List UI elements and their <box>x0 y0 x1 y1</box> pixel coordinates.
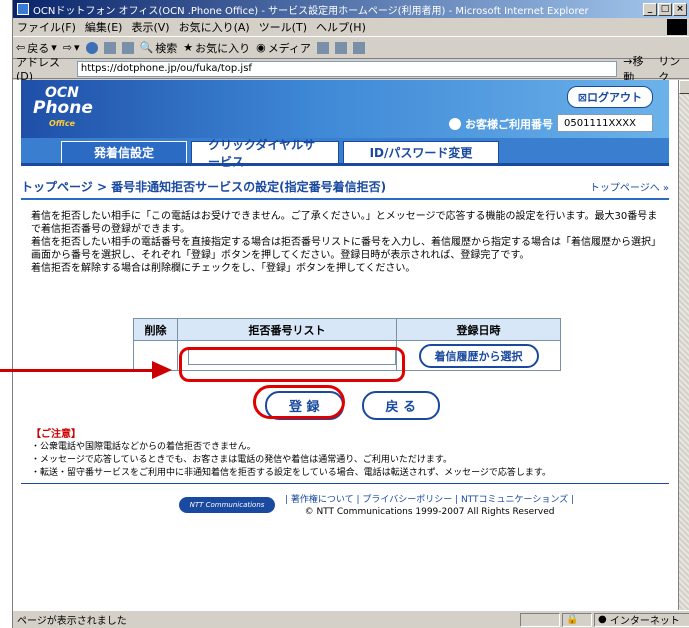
notes: 【ご注意】 ・公衆電話や国際電話などからの着信拒否できません。 ・メッセージで応… <box>31 428 661 480</box>
history-icon[interactable] <box>316 41 329 54</box>
address-input[interactable]: https://dotphone.jp/ou/fuka/top.jsf <box>76 60 618 77</box>
media-button[interactable]: ◉ メディア <box>256 40 311 56</box>
pointer-arrow-shaft <box>0 369 155 372</box>
footer-links[interactable]: | 著作権について | プライバシーポリシー | NTTコミュニケーションズ | <box>285 495 574 505</box>
page-title: トップページ > 番号非通知拒否サービスの設定(指定番号着信拒否) <box>21 180 387 194</box>
footer: NTT Communications | 著作権について | プライバシーポリシ… <box>179 492 574 517</box>
back-arrow-icon: ⇦ <box>16 41 26 54</box>
stop-icon[interactable] <box>85 41 98 54</box>
input-highlight <box>179 347 405 382</box>
media-icon: ◉ <box>256 41 266 54</box>
address-label: アドレス(D) <box>16 56 60 83</box>
tab-bar: 発着信設定 クリックダイヤルサービス ID/パスワード変更 <box>21 138 669 169</box>
left-margin <box>0 0 12 628</box>
back-button-page[interactable]: 戻 る <box>361 391 441 420</box>
windows-logo-icon <box>667 19 687 35</box>
zone-indicator: ● インターネット <box>594 612 689 627</box>
phone-icon <box>449 118 461 130</box>
page: OCN Phone Office ⊠ログアウト お客様ご利用番号 0501111… <box>21 80 669 517</box>
address-bar: アドレス(D) https://dotphone.jp/ou/fuka/top.… <box>13 55 689 84</box>
notes-title: 【ご注意】 <box>31 429 81 440</box>
menu-tools[interactable]: ツール(T) <box>259 19 307 35</box>
pointer-arrow-head <box>152 361 172 379</box>
globe-icon: ● <box>598 614 607 625</box>
status-text: ページが表示されました <box>17 616 127 627</box>
tab-click-dial[interactable]: クリックダイヤルサービス <box>191 138 339 169</box>
breadcrumb: トップページ > 番号非通知拒否サービスの設定(指定番号着信拒否) トップページ… <box>21 178 669 200</box>
col-registered: 登録日時 <box>396 318 561 341</box>
vertical-scrollbar[interactable] <box>678 80 689 610</box>
menu-bar: ファイル(F) 編集(E) 表示(V) お気に入り(A) ツール(T) ヘルプ(… <box>13 18 689 37</box>
minimize-button[interactable]: _ <box>643 2 657 16</box>
col-delete: 削除 <box>133 318 178 341</box>
forward-button[interactable]: ⇨ ▾ <box>63 41 80 54</box>
menu-edit[interactable]: 編集(E) <box>85 19 123 35</box>
ntt-logo: NTT Communications <box>179 496 275 513</box>
description: 着信を拒否したい相手に「この電話はお受けできません。ご了承ください。」とメッセー… <box>31 211 661 274</box>
tab-call-settings[interactable]: 発着信設定 <box>61 141 187 163</box>
scroll-up-arrow[interactable] <box>679 80 689 94</box>
star-icon: ★ <box>183 41 194 54</box>
ie-icon <box>17 3 29 15</box>
register-highlight <box>253 385 345 419</box>
status-bar: ページが表示されました 🔒 ● インターネット <box>13 610 689 628</box>
copyright: © NTT Communications 1999-2007 All Right… <box>304 507 555 517</box>
home-icon[interactable] <box>121 41 134 54</box>
footer-divider <box>21 483 669 484</box>
logout-button[interactable]: ⊠ログアウト <box>566 86 653 108</box>
history-cell: 着信履歴から選択 <box>396 340 561 371</box>
menu-favorites[interactable]: お気に入り(A) <box>179 19 250 35</box>
search-icon: 🔍 <box>139 41 154 54</box>
close-button[interactable]: × <box>673 2 687 16</box>
print-icon[interactable] <box>352 41 365 54</box>
status-cell <box>520 612 560 627</box>
col-reject-list: 拒否番号リスト <box>177 318 397 341</box>
menu-view[interactable]: 表示(V) <box>131 19 169 35</box>
toolbar: ⇦ 戻る ▾ ⇨ ▾ 🔍 検索 ★ お気に入り ◉ メディア <box>13 37 689 59</box>
site-header: OCN Phone Office ⊠ログアウト お客様ご利用番号 0501111… <box>21 80 669 138</box>
search-button[interactable]: 🔍 検索 <box>140 40 178 56</box>
mail-icon[interactable] <box>334 41 347 54</box>
customer-number-label: お客様ご利用番号 <box>449 116 553 132</box>
title-bar: OCNドットフォン オフィス(OCN .Phone Office) - サービス… <box>13 0 689 18</box>
menu-help[interactable]: ヘルプ(H) <box>316 19 366 35</box>
ocn-phone-logo: OCN Phone Office <box>33 85 93 129</box>
customer-number: 0501111XXXX <box>557 114 653 132</box>
window-title: OCNドットフォン オフィス(OCN .Phone Office) - サービス… <box>33 5 589 17</box>
top-page-link[interactable]: トップページへ » <box>590 179 669 194</box>
maximize-button[interactable]: □ <box>658 2 672 16</box>
select-from-history-button[interactable]: 着信履歴から選択 <box>418 343 539 368</box>
refresh-icon[interactable] <box>103 41 116 54</box>
menu-file[interactable]: ファイル(F) <box>17 19 76 35</box>
forward-arrow-icon: ⇨ <box>62 41 72 54</box>
lock-icon: 🔒 <box>562 612 592 627</box>
favorites-button[interactable]: ★ お気に入り <box>183 40 250 56</box>
browser-window: OCNドットフォン オフィス(OCN .Phone Office) - サービス… <box>12 0 689 628</box>
page-viewport: OCN Phone Office ⊠ログアウト お客様ご利用番号 0501111… <box>13 80 679 610</box>
tab-id-password[interactable]: ID/パスワード変更 <box>343 141 499 163</box>
